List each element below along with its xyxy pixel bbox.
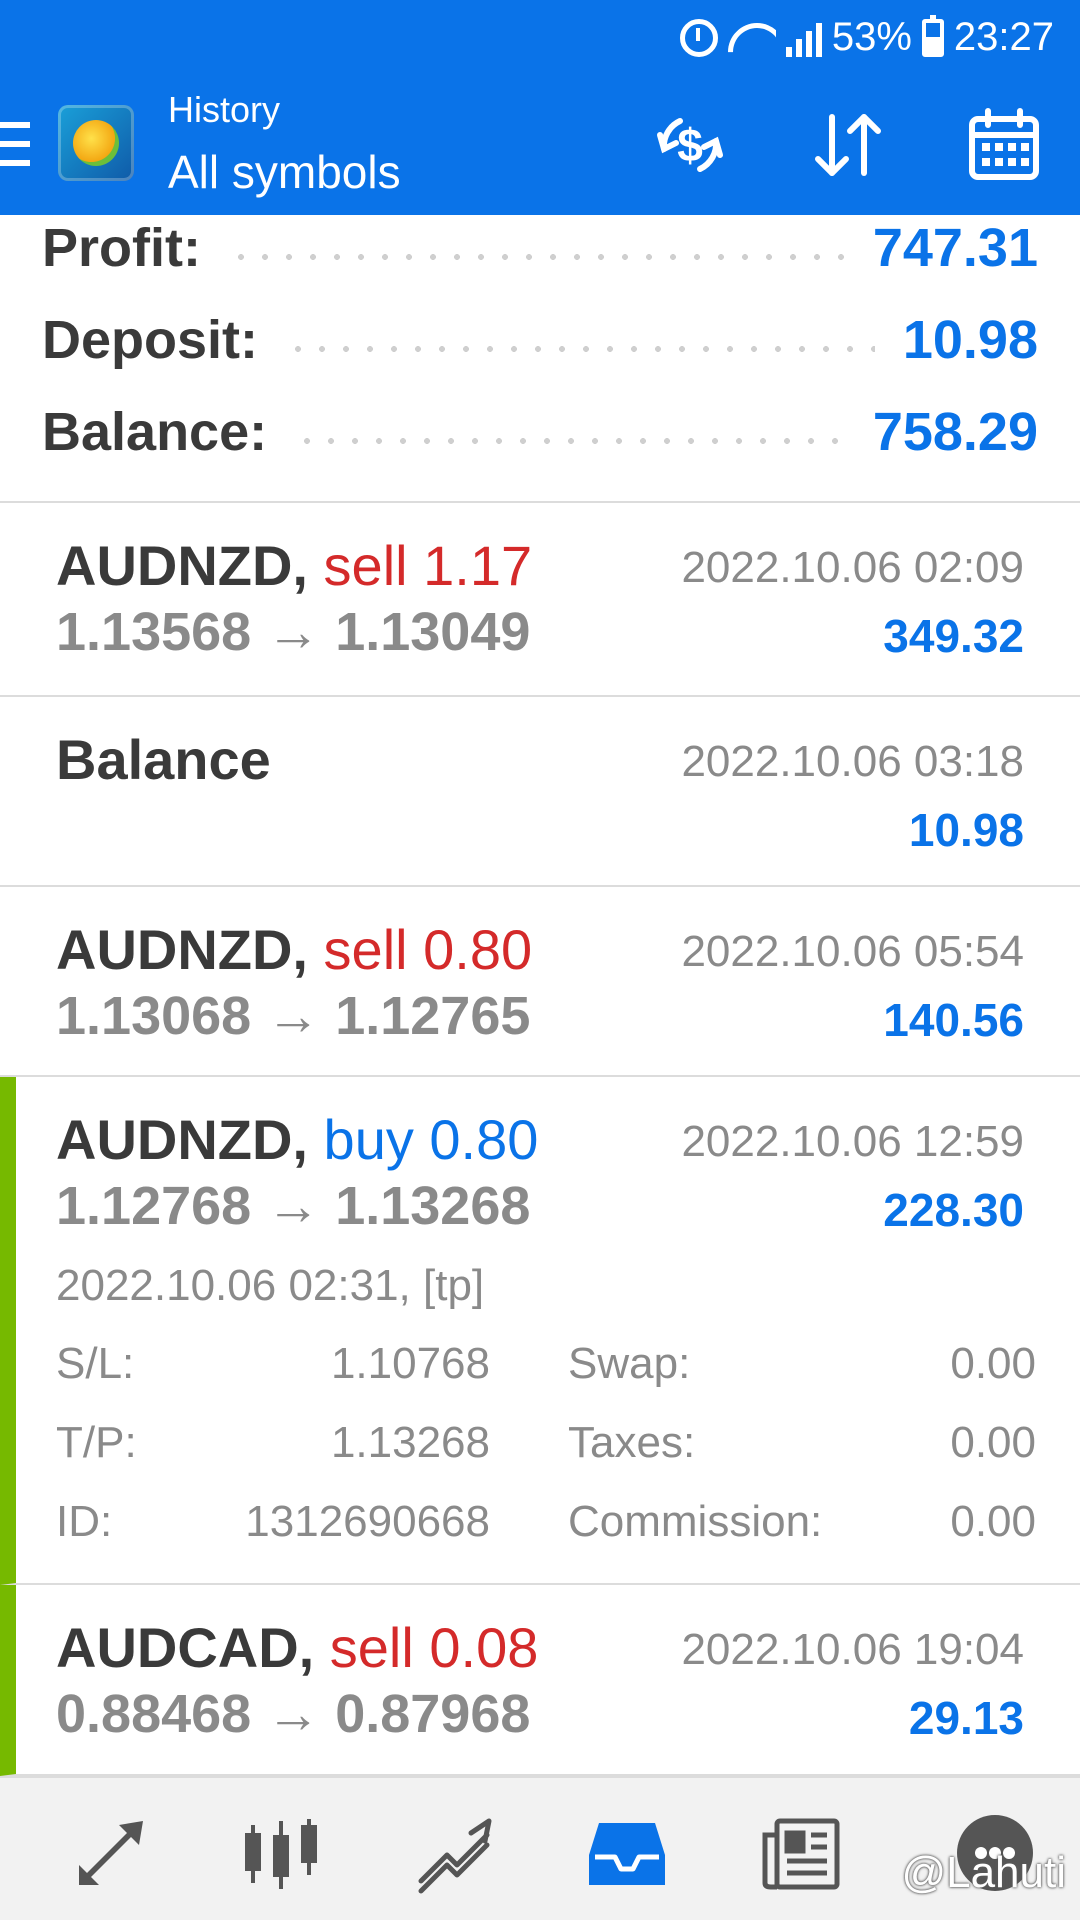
deal-prices: 1.13568 → 1.13049 (56, 602, 531, 662)
page-subtitle: History (168, 89, 281, 130)
swap-label: Swap: (568, 1339, 691, 1388)
sl-label: S/L: (56, 1339, 135, 1388)
taxes-value: 0.00 (950, 1418, 1036, 1467)
deal-profit: 10.98 (908, 804, 1024, 856)
profit-label: Profit: (42, 218, 201, 278)
id-value: 1312690668 (245, 1497, 490, 1546)
deal-time: 2022.10.06 03:18 (681, 737, 1024, 786)
calendar-icon[interactable] (962, 105, 1046, 185)
sort-icon[interactable] (806, 105, 890, 185)
alarm-icon (679, 18, 718, 57)
app-bar: 53% 23:27 History All symbols $ (0, 0, 1080, 215)
deal-title: AUDNZD, sell 0.80 (56, 917, 532, 982)
wifi-icon (728, 19, 776, 57)
deal-row-expanded[interactable]: AUDNZD, buy 0.80 2022.10.06 12:59 1.1276… (0, 1077, 1080, 1585)
dot-leader (295, 438, 845, 444)
app-logo (58, 105, 134, 181)
detail-row: ID: 1312690668 Commission: 0.00 (56, 1497, 1036, 1557)
watermark: @Lahuti (901, 1848, 1066, 1897)
commission-label: Commission: (568, 1497, 823, 1546)
deal-symbol: Balance (56, 728, 271, 791)
signal-icon (785, 19, 822, 57)
status-bar: 53% 23:27 (679, 10, 1054, 65)
swap-value: 0.00 (950, 1339, 1036, 1388)
svg-text:$: $ (677, 119, 703, 171)
deal-title: AUDCAD, sell 0.08 (56, 1615, 538, 1680)
history-icon[interactable] (582, 1808, 672, 1898)
deposit-value: 10.98 (902, 310, 1038, 370)
id-label: ID: (56, 1497, 113, 1546)
deal-symbol: AUDNZD (56, 534, 293, 597)
deal-time: 2022.10.06 12:59 (681, 1117, 1024, 1166)
balance-value: 758.29 (872, 402, 1038, 462)
sl-value: 1.10768 (330, 1339, 490, 1388)
deal-action: sell 0.80 (323, 918, 533, 981)
deal-title: AUDNZD, sell 1.17 (56, 533, 532, 598)
deal-symbol: AUDNZD (56, 918, 293, 981)
deal-profit: 140.56 (883, 994, 1024, 1046)
tp-value: 1.13268 (330, 1418, 490, 1467)
deposit-row: Deposit: 10.98 (42, 305, 1038, 375)
balance-operation-row[interactable]: Balance 2022.10.06 03:18 10.98 (0, 697, 1080, 887)
tp-label: T/P: (56, 1418, 137, 1467)
commission-value: 0.00 (950, 1497, 1036, 1546)
symbol-filter[interactable]: All symbols (168, 144, 401, 200)
deal-separator: , (292, 534, 308, 597)
dot-leader (286, 346, 875, 352)
open-time: 2022.10.06 02:31, [tp] (56, 1261, 485, 1310)
deal-row[interactable]: AUDCAD, sell 0.08 2022.10.06 19:04 0.884… (0, 1585, 1080, 1776)
deal-row[interactable]: AUDNZD, sell 1.17 2022.10.06 02:09 1.135… (0, 503, 1080, 697)
deal-time: 2022.10.06 19:04 (681, 1625, 1024, 1674)
trade-icon[interactable] (410, 1808, 500, 1898)
deal-symbol: AUDCAD (56, 1616, 299, 1679)
menu-icon[interactable] (0, 122, 30, 166)
deal-time: 2022.10.06 05:54 (681, 927, 1024, 976)
clock: 23:27 (953, 15, 1054, 59)
deal-separator: , (292, 1108, 308, 1171)
deal-prices: 0.88468 → 0.87968 (56, 1684, 531, 1744)
quotes-icon[interactable] (66, 1808, 156, 1898)
balance-label: Balance: (42, 402, 268, 462)
deal-action: sell 0.08 (329, 1616, 539, 1679)
deal-separator: , (292, 918, 308, 981)
detail-row: S/L: 1.10768 Swap: 0.00 (56, 1339, 1036, 1399)
battery-icon (921, 14, 944, 57)
battery-percent: 53% (831, 15, 912, 59)
balance-row: Balance: 758.29 (42, 397, 1038, 467)
taxes-label: Taxes: (568, 1418, 696, 1467)
detail-row: T/P: 1.13268 Taxes: 0.00 (56, 1418, 1036, 1478)
deal-symbol: AUDNZD (56, 1108, 293, 1171)
profit-row: Profit: 747.31 (42, 213, 1038, 283)
deal-profit: 349.32 (883, 610, 1024, 662)
deal-prices: 1.12768 → 1.13268 (56, 1176, 531, 1236)
deal-separator: , (298, 1616, 315, 1679)
deal-action: sell 1.17 (323, 534, 533, 597)
dot-leader (228, 254, 845, 260)
deal-title: AUDNZD, buy 0.80 (56, 1107, 538, 1172)
bottom-navigation: @Lahuti (0, 1776, 1080, 1920)
deposit-label: Deposit: (42, 310, 258, 370)
chart-icon[interactable] (236, 1808, 326, 1898)
deal-profit: 29.13 (908, 1692, 1024, 1744)
deal-time: 2022.10.06 02:09 (681, 543, 1024, 592)
profit-value: 747.31 (872, 218, 1038, 278)
deal-row[interactable]: AUDNZD, sell 0.80 2022.10.06 05:54 1.130… (0, 887, 1080, 1077)
deal-prices: 1.13068 → 1.12765 (56, 986, 531, 1046)
news-icon[interactable] (756, 1808, 846, 1898)
deposit-withdraw-icon[interactable]: $ (648, 105, 732, 185)
deal-action: buy 0.80 (323, 1108, 539, 1171)
deal-profit: 228.30 (883, 1184, 1024, 1236)
